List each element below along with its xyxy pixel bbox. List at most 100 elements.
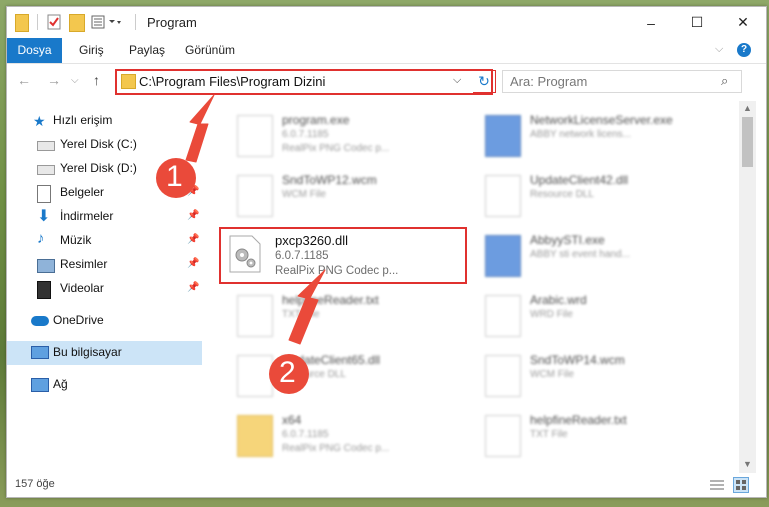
back-button[interactable]: ← bbox=[17, 72, 31, 88]
file-icon bbox=[485, 295, 521, 337]
dll-icon bbox=[485, 175, 521, 217]
refresh-button[interactable]: ↻ bbox=[473, 70, 496, 93]
sidebar-item-label: Resimler bbox=[60, 257, 108, 271]
file-tile[interactable]: program.exe 6.0.7.1185 RealPix PNG Codec… bbox=[227, 107, 467, 165]
sidebar-item-quick-access[interactable]: ★ Hızlı erişim bbox=[7, 109, 202, 133]
file-description: RealPix PNG Codec p... bbox=[275, 265, 399, 277]
divider bbox=[135, 14, 136, 30]
file-tile[interactable]: x64 6.0.7.1185 RealPix PNG Codec p... bbox=[227, 407, 467, 465]
file-tile[interactable]: AbbyySTI.exe ABBY sti event hand... bbox=[475, 227, 715, 285]
file-version: 6.0.7.1185 bbox=[275, 250, 329, 262]
pin-icon[interactable]: 📌 bbox=[187, 210, 199, 221]
search-placeholder: Ara: Program bbox=[510, 74, 588, 89]
status-bar: 157 öğe bbox=[7, 473, 766, 497]
dll-icon bbox=[237, 355, 273, 397]
file-detail: 6.0.7.1185 bbox=[282, 129, 329, 140]
exe-icon bbox=[485, 115, 521, 157]
file-name: pxcp3260.dll bbox=[275, 233, 348, 248]
file-tile[interactable]: UpdateClient42.dll Resource DLL bbox=[475, 167, 715, 225]
videos-icon bbox=[37, 281, 51, 299]
scroll-up-icon[interactable]: ▲ bbox=[743, 103, 752, 113]
file-icon bbox=[237, 175, 273, 217]
scroll-thumb[interactable] bbox=[742, 117, 753, 167]
title-bar: Program – ☐ ✕ bbox=[7, 7, 766, 38]
dll-icon bbox=[229, 235, 261, 273]
highlighted-file-tile[interactable]: pxcp3260.dll 6.0.7.1185 RealPix PNG Code… bbox=[219, 227, 467, 284]
tab-file[interactable]: Dosya bbox=[7, 38, 62, 63]
details-view-icon[interactable] bbox=[709, 478, 725, 492]
drive-icon bbox=[37, 141, 55, 151]
pin-icon[interactable]: 📌 bbox=[187, 282, 199, 293]
sidebar-item-downloads[interactable]: ⬇ İndirmeler 📌 bbox=[7, 205, 202, 229]
search-input[interactable]: Ara: Program ⌕ bbox=[502, 70, 742, 93]
sidebar-item-local-disk-c[interactable]: Yerel Disk (C:) bbox=[7, 133, 202, 157]
file-detail: TXT File bbox=[530, 429, 568, 440]
sidebar-item-videos[interactable]: Videolar 📌 bbox=[7, 277, 202, 301]
expand-ribbon-icon[interactable]: ⌵ bbox=[715, 43, 723, 56]
sidebar-item-network[interactable]: Ağ bbox=[7, 373, 202, 397]
recent-locations-icon[interactable]: ⌵ bbox=[71, 75, 79, 86]
address-bar[interactable]: C:\Program Files\Program Dizini ⌵ bbox=[115, 69, 493, 95]
file-detail: WCM File bbox=[282, 189, 326, 200]
navigation-pane: ★ Hızlı erişim Yerel Disk (C:) Yerel Dis… bbox=[7, 101, 202, 471]
file-tile[interactable]: UpdateClient65.dll Resource DLL bbox=[227, 347, 467, 405]
customize-toolbar-icon[interactable] bbox=[91, 14, 121, 30]
file-name: x64 bbox=[282, 413, 302, 427]
file-tile[interactable]: SndToWP14.wcm WCM File bbox=[475, 347, 715, 405]
tab-share[interactable]: Paylaş bbox=[129, 38, 165, 63]
sidebar-item-label: OneDrive bbox=[53, 313, 104, 327]
vertical-scrollbar[interactable]: ▲ ▼ bbox=[739, 101, 756, 476]
sidebar-item-label: Bu bilgisayar bbox=[53, 345, 122, 359]
tab-view[interactable]: Görünüm bbox=[185, 38, 235, 63]
scroll-down-icon[interactable]: ▼ bbox=[743, 459, 752, 469]
address-dropdown-icon[interactable]: ⌵ bbox=[453, 74, 461, 87]
properties-icon[interactable] bbox=[47, 14, 61, 30]
file-tile[interactable]: helpfineReader.txt TXT File bbox=[475, 407, 715, 465]
maximize-button[interactable]: ☐ bbox=[674, 7, 720, 38]
sidebar-item-onedrive[interactable]: OneDrive bbox=[7, 309, 202, 333]
help-icon[interactable]: ? bbox=[737, 43, 751, 57]
sidebar-item-label: Ağ bbox=[53, 377, 68, 391]
file-name: UpdateClient42.dll bbox=[530, 173, 629, 187]
address-path: C:\Program Files\Program Dizini bbox=[139, 74, 326, 89]
file-detail: TXT File bbox=[282, 309, 320, 320]
sidebar-item-label: Yerel Disk (D:) bbox=[60, 161, 137, 175]
file-tile[interactable]: helpfineReader.txt TXT File bbox=[227, 287, 467, 345]
forward-button[interactable]: → bbox=[47, 72, 61, 88]
file-name: SndToWP12.wcm bbox=[282, 173, 377, 187]
folder-icon bbox=[121, 74, 136, 89]
explorer-window: Program – ☐ ✕ Dosya Giriş Paylaş Görünüm… bbox=[6, 6, 767, 498]
step-1-label: 1 bbox=[166, 160, 183, 193]
sidebar-item-music[interactable]: ♪ Müzik 📌 bbox=[7, 229, 202, 253]
file-tile[interactable]: NetworkLicenseServer.exe ABBY network li… bbox=[475, 107, 715, 165]
download-icon: ⬇ bbox=[37, 208, 51, 225]
step-2-label: 2 bbox=[279, 356, 296, 389]
sidebar-item-label: Müzik bbox=[60, 233, 92, 247]
folder-icon bbox=[237, 415, 273, 457]
file-detail: RealPix PNG Codec p... bbox=[282, 443, 390, 454]
tiles-view-icon[interactable] bbox=[733, 477, 749, 493]
pin-icon[interactable]: 📌 bbox=[187, 234, 199, 245]
file-detail: WCM File bbox=[530, 369, 574, 380]
drive-icon bbox=[37, 165, 55, 175]
folder-icon bbox=[15, 14, 29, 32]
app-icon bbox=[237, 115, 273, 157]
file-name: helpfineReader.txt bbox=[282, 293, 379, 307]
pin-icon[interactable]: 📌 bbox=[187, 258, 199, 269]
tab-home[interactable]: Giriş bbox=[79, 38, 104, 63]
file-name: Arabic.wrd bbox=[530, 293, 587, 307]
file-detail: WRD File bbox=[530, 309, 573, 320]
cloud-icon bbox=[31, 316, 49, 326]
up-button[interactable]: ↑ bbox=[93, 72, 100, 88]
pin-icon[interactable]: 📌 bbox=[187, 186, 199, 197]
file-tile[interactable]: Arabic.wrd WRD File bbox=[475, 287, 715, 345]
minimize-button[interactable]: – bbox=[628, 7, 674, 38]
close-button[interactable]: ✕ bbox=[720, 7, 766, 38]
new-folder-icon[interactable] bbox=[69, 14, 85, 32]
window-title: Program bbox=[147, 15, 197, 30]
file-detail: ABBY sti event hand... bbox=[530, 249, 630, 260]
file-tile[interactable]: SndToWP12.wcm WCM File bbox=[227, 167, 467, 225]
sidebar-item-this-pc[interactable]: Bu bilgisayar bbox=[7, 341, 202, 365]
file-name: NetworkLicenseServer.exe bbox=[530, 113, 673, 127]
sidebar-item-pictures[interactable]: Resimler 📌 bbox=[7, 253, 202, 277]
